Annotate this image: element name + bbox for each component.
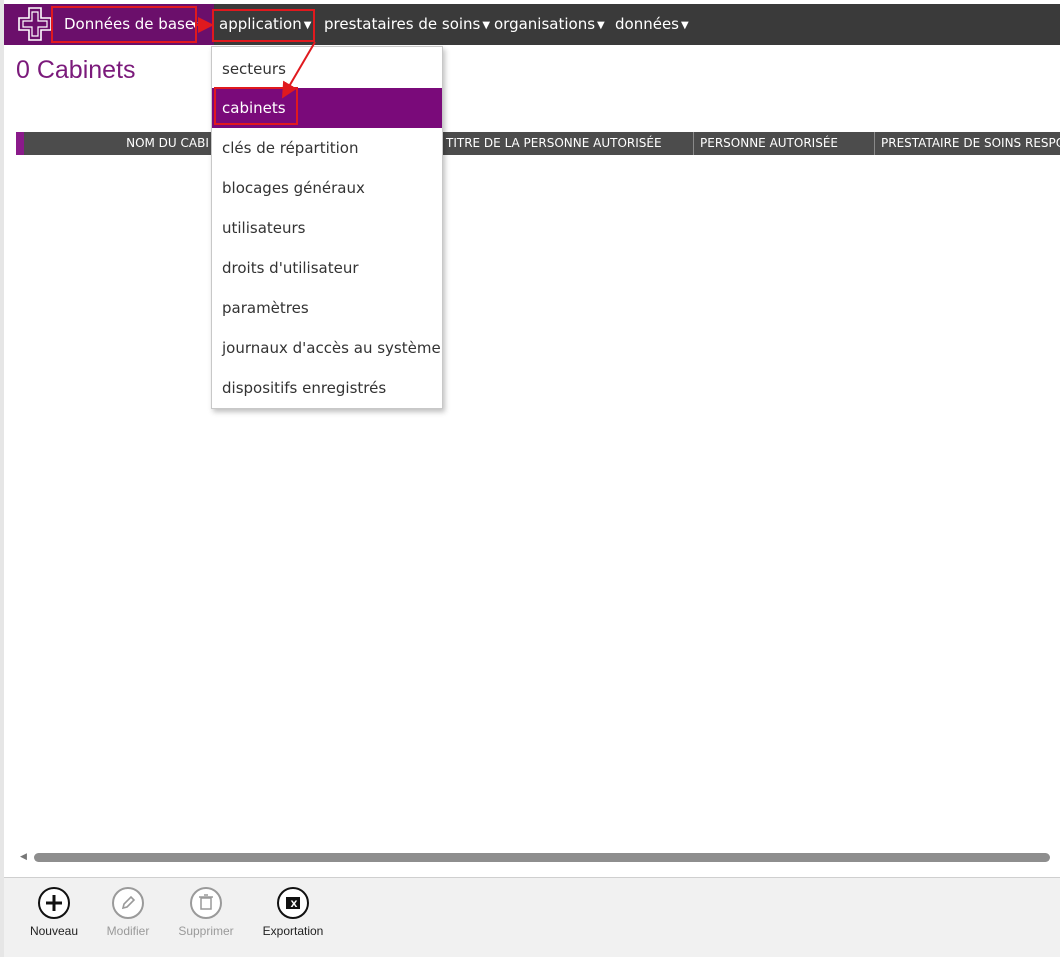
excel-export-icon: X [277, 887, 309, 919]
nav-item-label: prestataires de soins [324, 15, 481, 33]
menu-item-registered-devices[interactable]: dispositifs enregistrés [212, 368, 442, 408]
edit-button[interactable]: Modifier [88, 886, 168, 952]
medical-cross-logo-icon[interactable] [18, 7, 52, 41]
delete-button[interactable]: Supprimer [166, 886, 246, 952]
nav-item-label: application [219, 15, 302, 33]
svg-text:X: X [291, 900, 298, 910]
caret-down-icon[interactable]: ▾ [192, 18, 198, 31]
column-header-responsible-care-provider[interactable]: PRESTATAIRE DE SOINS RESPON [874, 132, 1060, 155]
new-button-label: Nouveau [29, 924, 79, 938]
top-navigation-bar: Données de base ▾ application ▼ prestatai… [4, 4, 1060, 45]
menu-item-system-access-logs[interactable]: journaux d'accès au système [212, 328, 442, 368]
menu-item-cabinets[interactable]: cabinets [212, 88, 442, 128]
application-dropdown-menu: secteurs cabinets clés de répartition bl… [211, 46, 443, 409]
menu-item-users[interactable]: utilisateurs [212, 208, 442, 248]
nav-item-label: données [615, 15, 679, 33]
column-header-name[interactable]: NOM DU CABI [24, 132, 211, 155]
pencil-icon [112, 887, 144, 919]
caret-down-icon: ▼ [482, 20, 491, 31]
menu-item-sectors[interactable]: secteurs [212, 49, 442, 89]
window-edge [0, 0, 4, 957]
base-data-menu-label[interactable]: Données de base [64, 15, 194, 33]
table-header: NOM DU CABI TITRE DE LA PERSONNE AUTORIS… [16, 132, 1060, 155]
scroll-left-arrow-icon[interactable]: ◀ [20, 852, 27, 862]
bottom-toolbar: Nouveau Modifier Supprimer X Exportation [4, 877, 1060, 957]
menu-item-user-rights[interactable]: droits d'utilisateur [212, 248, 442, 288]
caret-down-icon: ▼ [597, 20, 605, 31]
page-title: 0 Cabinets [16, 56, 136, 84]
menu-item-general-blocks[interactable]: blocages généraux [212, 168, 442, 208]
column-header-authorized-person[interactable]: PERSONNE AUTORISÉE [693, 132, 874, 155]
nav-item-label: organisations [494, 15, 596, 33]
horizontal-scrollbar[interactable]: ◀ [18, 850, 1060, 864]
export-button-label: Exportation [262, 924, 324, 938]
menu-item-settings[interactable]: paramètres [212, 288, 442, 328]
export-button[interactable]: X Exportation [253, 886, 333, 952]
nav-item-data[interactable]: données ▼ [615, 15, 689, 33]
trash-icon [190, 887, 222, 919]
edit-button-label: Modifier [106, 924, 150, 938]
nav-item-application[interactable]: application ▼ [219, 15, 311, 33]
nav-item-care-providers[interactable]: prestataires de soins ▼ [324, 15, 490, 33]
new-button[interactable]: Nouveau [14, 886, 94, 952]
column-header-authorized-person-title[interactable]: TITRE DE LA PERSONNE AUTORISÉE [440, 132, 694, 155]
delete-button-label: Supprimer [178, 924, 234, 938]
header-accent [16, 132, 24, 155]
app-window: Données de base ▾ application ▼ prestatai… [0, 0, 1060, 957]
caret-down-icon: ▼ [303, 20, 312, 31]
menu-item-distribution-keys[interactable]: clés de répartition [212, 128, 442, 168]
plus-circle-icon [38, 887, 70, 919]
caret-down-icon: ▼ [680, 20, 689, 31]
brand-section: Données de base ▾ [4, 4, 214, 45]
nav-item-organisations[interactable]: organisations ▼ [494, 15, 605, 33]
scrollbar-thumb[interactable] [34, 853, 1050, 862]
